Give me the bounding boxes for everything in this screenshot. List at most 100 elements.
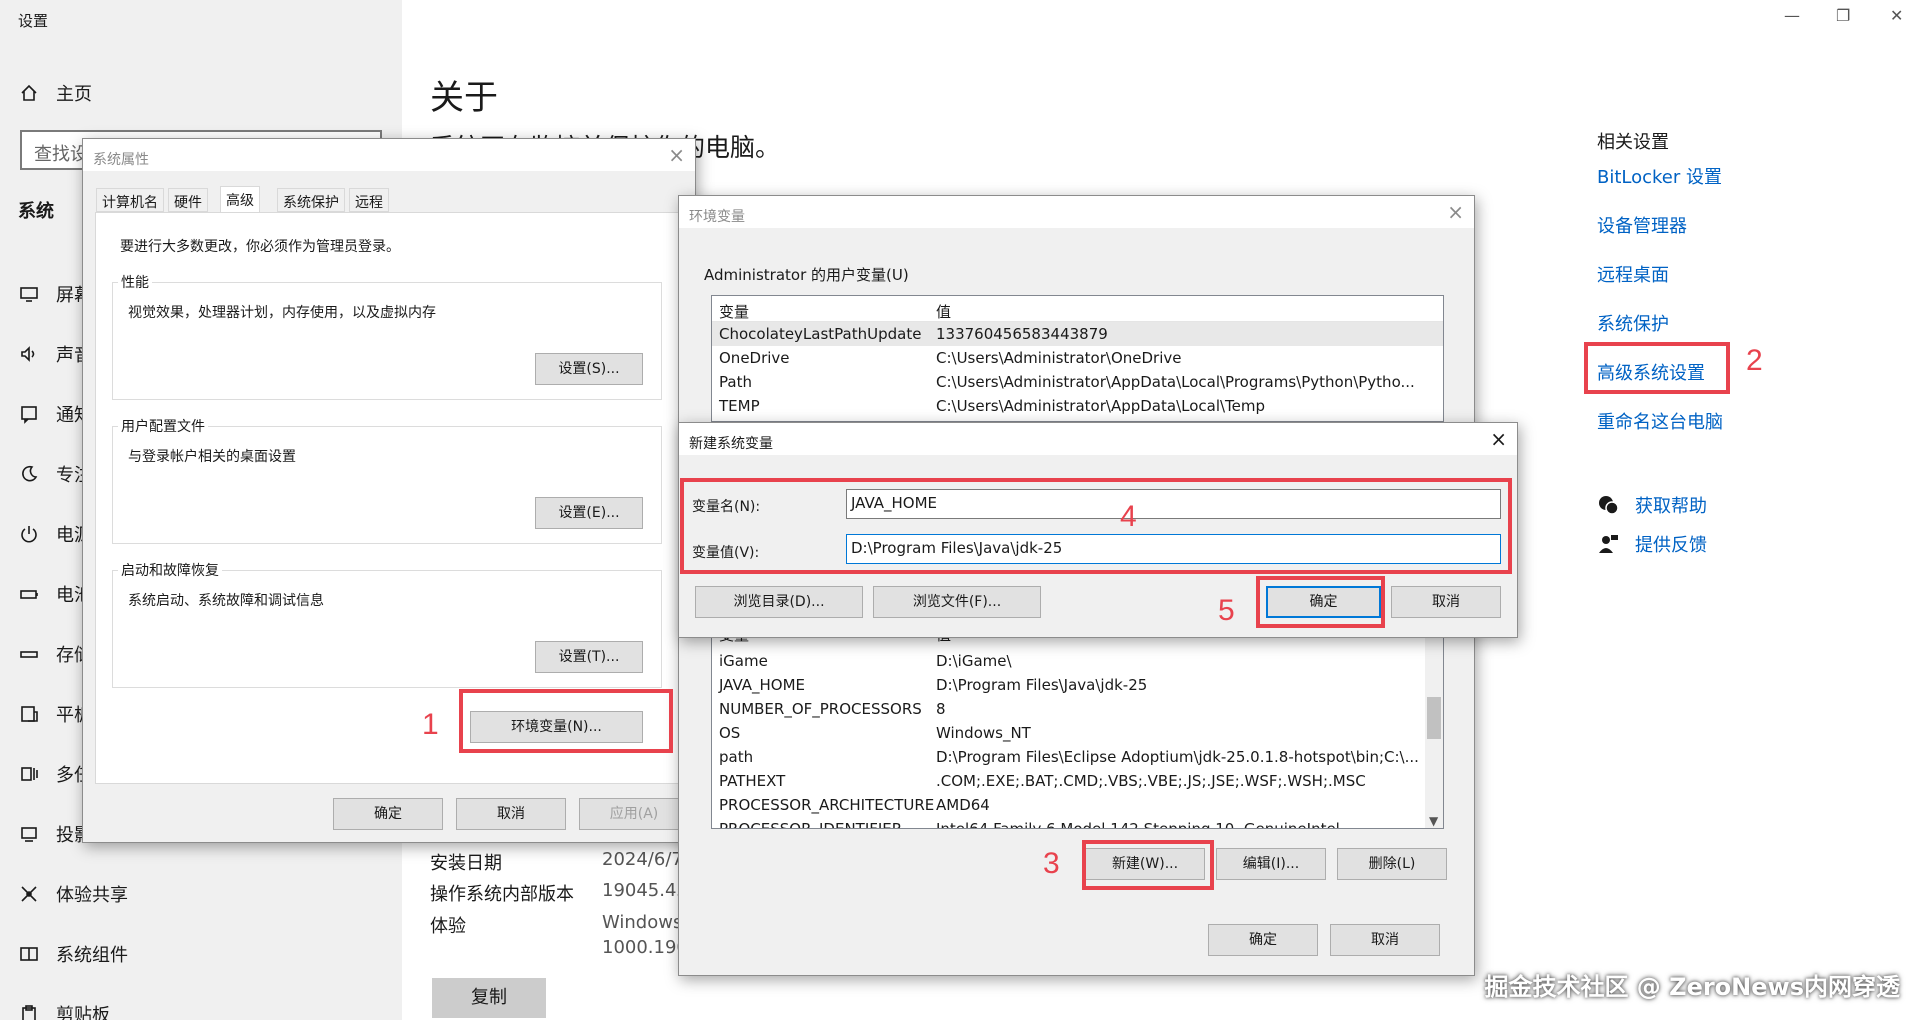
maximize-button[interactable]: ❐ [1836,6,1850,25]
sidebar-item-label: 剪贴板 [56,1005,110,1020]
feedback-link[interactable]: 提供反馈 [1597,531,1707,557]
list-item[interactable]: PATHEXT .COM;.EXE;.BAT;.CMD;.VBS;.VBE;.J… [712,769,1443,793]
sidebar-item-11[interactable]: 体验共享 [18,880,128,908]
app-title: 设置 [18,12,49,30]
annotation-box [680,478,1512,574]
get-help-link[interactable]: 获取帮助 [1597,492,1707,518]
tab-computer-name[interactable]: 计算机名 [96,188,164,212]
edit-variable-button[interactable]: 编辑(I)... [1216,848,1326,880]
startup-settings-button[interactable]: 设置(T)... [535,641,643,673]
list-item[interactable]: OneDrive C:\Users\Administrator\OneDrive [712,346,1443,370]
sidebar-item-12[interactable]: 系统组件 [18,940,128,968]
close-icon[interactable]: × [1447,200,1464,224]
sidebar-item-7[interactable]: 存储 [18,640,92,668]
storage-icon [18,643,40,665]
column-header: 变量 [719,303,750,321]
related-settings-title: 相关设置 [1597,132,1669,153]
device-manager-link[interactable]: 设备管理器 [1597,212,1687,238]
annotation-number: 5 [1218,594,1235,627]
list-item[interactable]: TEMP C:\Users\Administrator\AppData\Loca… [712,394,1443,418]
system-vars-list[interactable]: 变量 值 iGame D:\iGame\ JAVA_HOME D:\Progra… [711,626,1444,829]
speaker-icon [18,343,40,365]
group-label: 性能 [118,272,152,292]
bitlocker-link[interactable]: BitLocker 设置 [1597,163,1722,189]
multitask-icon [18,763,40,785]
ok-button[interactable]: 确定 [333,798,443,830]
feedback-person-icon [1599,535,1618,553]
tab-hardware[interactable]: 硬件 [168,188,208,212]
ok-button[interactable]: 确定 [1208,924,1318,956]
apply-button[interactable]: 应用(A) [579,798,689,830]
annotation-box [1256,576,1385,628]
list-item[interactable]: ChocolateyLastPathUpdate 133760456583443… [712,322,1443,346]
share-icon [18,883,40,905]
annotation-number: 1 [422,708,439,741]
performance-settings-button[interactable]: 设置(S)... [535,353,643,385]
components-icon [18,943,40,965]
list-header: 变量 值 [712,298,1443,322]
remote-desktop-link[interactable]: 远程桌面 [1597,261,1669,287]
watermark: 掘金技术社区 @ ZeroNews内网穿透 [1484,973,1900,1001]
cancel-button[interactable]: 取消 [456,798,566,830]
close-icon[interactable]: × [668,143,685,167]
power-icon [18,523,40,545]
sidebar-item-1[interactable]: 屏幕 [18,280,92,308]
user-vars-list[interactable]: 变量 值 ChocolateyLastPathUpdate 1337604565… [711,295,1444,422]
system-protection-link[interactable]: 系统保护 [1597,310,1669,336]
sidebar-item-2[interactable]: 声音 [18,340,92,368]
list-item[interactable]: PROCESSOR_IDENTIFIER Intel64 Family 6 Mo… [712,817,1443,828]
admin-note: 要进行大多数更改，你必须作为管理员登录。 [120,239,400,255]
annotation-box [459,689,673,753]
column-header: 值 [936,303,952,321]
list-item[interactable]: Path C:\Users\Administrator\AppData\Loca… [712,370,1443,394]
tab-advanced[interactable]: 高级 [220,186,260,213]
nav-home[interactable]: 主页 [18,79,92,107]
sidebar-item-13[interactable]: 剪贴板 [18,1000,110,1020]
performance-desc: 视觉效果，处理器计划，内存使用，以及虚拟内存 [128,305,436,321]
browse-directory-button[interactable]: 浏览目录(D)... [695,586,863,618]
annotation-box [1584,342,1730,394]
dialog-title: 系统属性 [83,139,695,171]
annotation-number: 3 [1043,847,1060,880]
tablet-icon [18,703,40,725]
home-icon [18,82,40,104]
spec-label: 安装日期 [430,853,502,874]
list-item[interactable]: PROCESSOR_ARCHITECTURE AMD64 [712,793,1443,817]
close-icon[interactable]: × [1490,427,1507,451]
chevron-down-icon[interactable]: ▼ [1429,814,1438,828]
sidebar-item-label: 体验共享 [56,885,128,906]
focus-moon-icon [18,463,40,485]
tab-remote[interactable]: 远程 [349,188,389,212]
minimize-button[interactable]: — [1784,6,1800,25]
close-window-button[interactable]: ✕ [1890,6,1903,25]
scrollbar-thumb[interactable] [1427,697,1441,739]
cancel-button[interactable]: 取消 [1391,586,1501,618]
spec-label: 操作系统内部版本 [430,884,574,905]
monitor-icon [18,283,40,305]
copy-button[interactable]: 复制 [432,978,546,1018]
group-label: 用户配置文件 [118,416,208,436]
vertical-scrollbar[interactable]: ▼ [1425,627,1443,828]
sidebar-item-6[interactable]: 电池 [18,580,92,608]
help-chat-icon [1599,496,1619,515]
list-item[interactable]: JAVA_HOME D:\Program Files\Java\jdk-25 [712,673,1443,697]
tab-system-protection[interactable]: 系统保护 [277,188,345,212]
annotation-number: 2 [1746,344,1763,377]
annotation-box [1082,840,1214,890]
browse-file-button[interactable]: 浏览文件(F)... [873,586,1041,618]
dialog-title: 新建系统变量 [679,423,1517,455]
sidebar-item-label: 系统组件 [56,945,128,966]
annotation-number: 4 [1120,500,1137,533]
list-item[interactable]: path D:\Program Files\Eclipse Adoptium\j… [712,745,1443,769]
user-profile-settings-button[interactable]: 设置(E)... [535,497,643,529]
list-item[interactable]: OS Windows_NT [712,721,1443,745]
spec-label: 体验 [430,916,466,937]
list-item[interactable]: NUMBER_OF_PROCESSORS 8 [712,697,1443,721]
delete-variable-button[interactable]: 删除(L) [1337,848,1447,880]
nav-section-title: 系统 [18,201,54,222]
user-profile-desc: 与登录帐户相关的桌面设置 [128,449,296,465]
cancel-button[interactable]: 取消 [1330,924,1440,956]
rename-pc-link[interactable]: 重命名这台电脑 [1597,408,1723,434]
notification-icon [18,403,40,425]
list-item[interactable]: iGame D:\iGame\ [712,649,1443,673]
